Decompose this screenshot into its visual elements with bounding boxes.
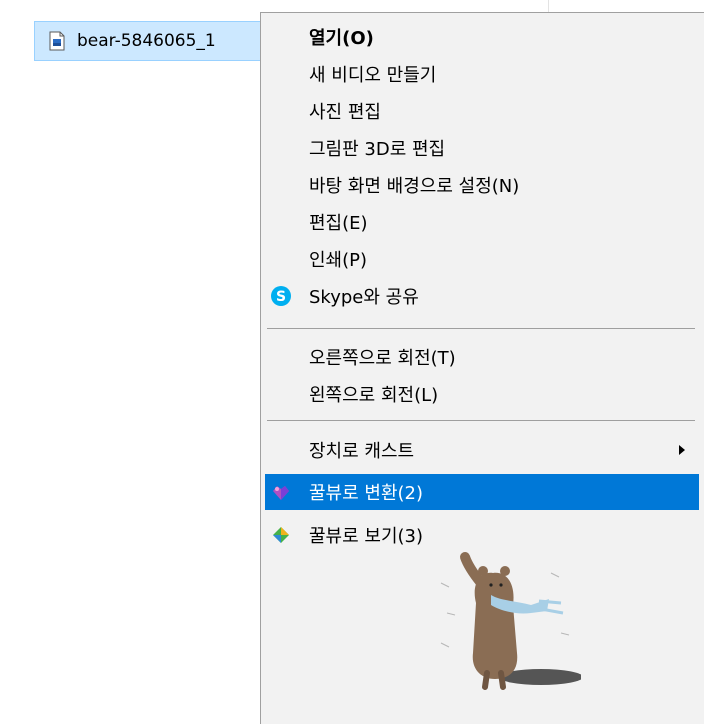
honeyview-view-icon [269, 523, 293, 547]
skype-icon: S [269, 284, 293, 308]
context-menu: 열기(O) 새 비디오 만들기 사진 편집 그림판 3D로 편집 바탕 화면 배… [260, 12, 704, 724]
bear-mascot-illustration [440, 552, 581, 690]
menu-item-label: 꿀뷰로 보기(3) [309, 526, 424, 547]
menu-item-paint3d[interactable]: 그림판 3D로 편집 [265, 130, 699, 166]
menu-item-rotate-left[interactable]: 왼쪽으로 회전(L) [265, 376, 699, 412]
file-item-selected[interactable]: bear-5846065_1 [34, 21, 274, 61]
menu-item-set-desktop-bg[interactable]: 바탕 화면 배경으로 설정(N) [265, 167, 699, 203]
menu-item-label: 장치로 캐스트 [309, 441, 415, 462]
menu-item-label: 꿀뷰로 변환(2) [309, 483, 424, 504]
menu-item-label: 열기(O) [309, 28, 374, 49]
menu-item-rotate-right[interactable]: 오른쪽으로 회전(T) [265, 339, 699, 375]
submenu-arrow-icon [679, 445, 685, 455]
menu-item-label: 왼쪽으로 회전(L) [309, 385, 439, 406]
file-name: bear-5846065_1 [77, 31, 216, 51]
menu-item-edit-photo[interactable]: 사진 편집 [265, 93, 699, 129]
menu-item-cast-to-device[interactable]: 장치로 캐스트 [265, 432, 699, 468]
svg-text:S: S [276, 289, 286, 305]
menu-separator [267, 328, 695, 329]
menu-item-label: 새 비디오 만들기 [309, 65, 437, 86]
image-file-icon [49, 31, 65, 51]
menu-item-new-video[interactable]: 새 비디오 만들기 [265, 56, 699, 92]
menu-item-label: 그림판 3D로 편집 [309, 139, 446, 160]
menu-item-honeyview-convert[interactable]: 꿀뷰로 변환(2) [265, 474, 699, 510]
menu-item-open[interactable]: 열기(O) [265, 19, 699, 55]
menu-item-skype-share[interactable]: S Skype와 공유 [265, 278, 699, 314]
menu-item-label: 인쇄(P) [309, 250, 368, 271]
menu-item-label: Skype와 공유 [309, 287, 419, 308]
menu-item-label: 오른쪽으로 회전(T) [309, 348, 456, 369]
menu-item-print[interactable]: 인쇄(P) [265, 241, 699, 277]
menu-item-edit[interactable]: 편집(E) [265, 204, 699, 240]
menu-item-label: 바탕 화면 배경으로 설정(N) [309, 176, 520, 197]
honeyview-convert-icon [269, 480, 293, 504]
menu-item-label: 편집(E) [309, 213, 368, 234]
menu-separator [267, 420, 695, 421]
menu-item-label: 사진 편집 [309, 102, 381, 123]
